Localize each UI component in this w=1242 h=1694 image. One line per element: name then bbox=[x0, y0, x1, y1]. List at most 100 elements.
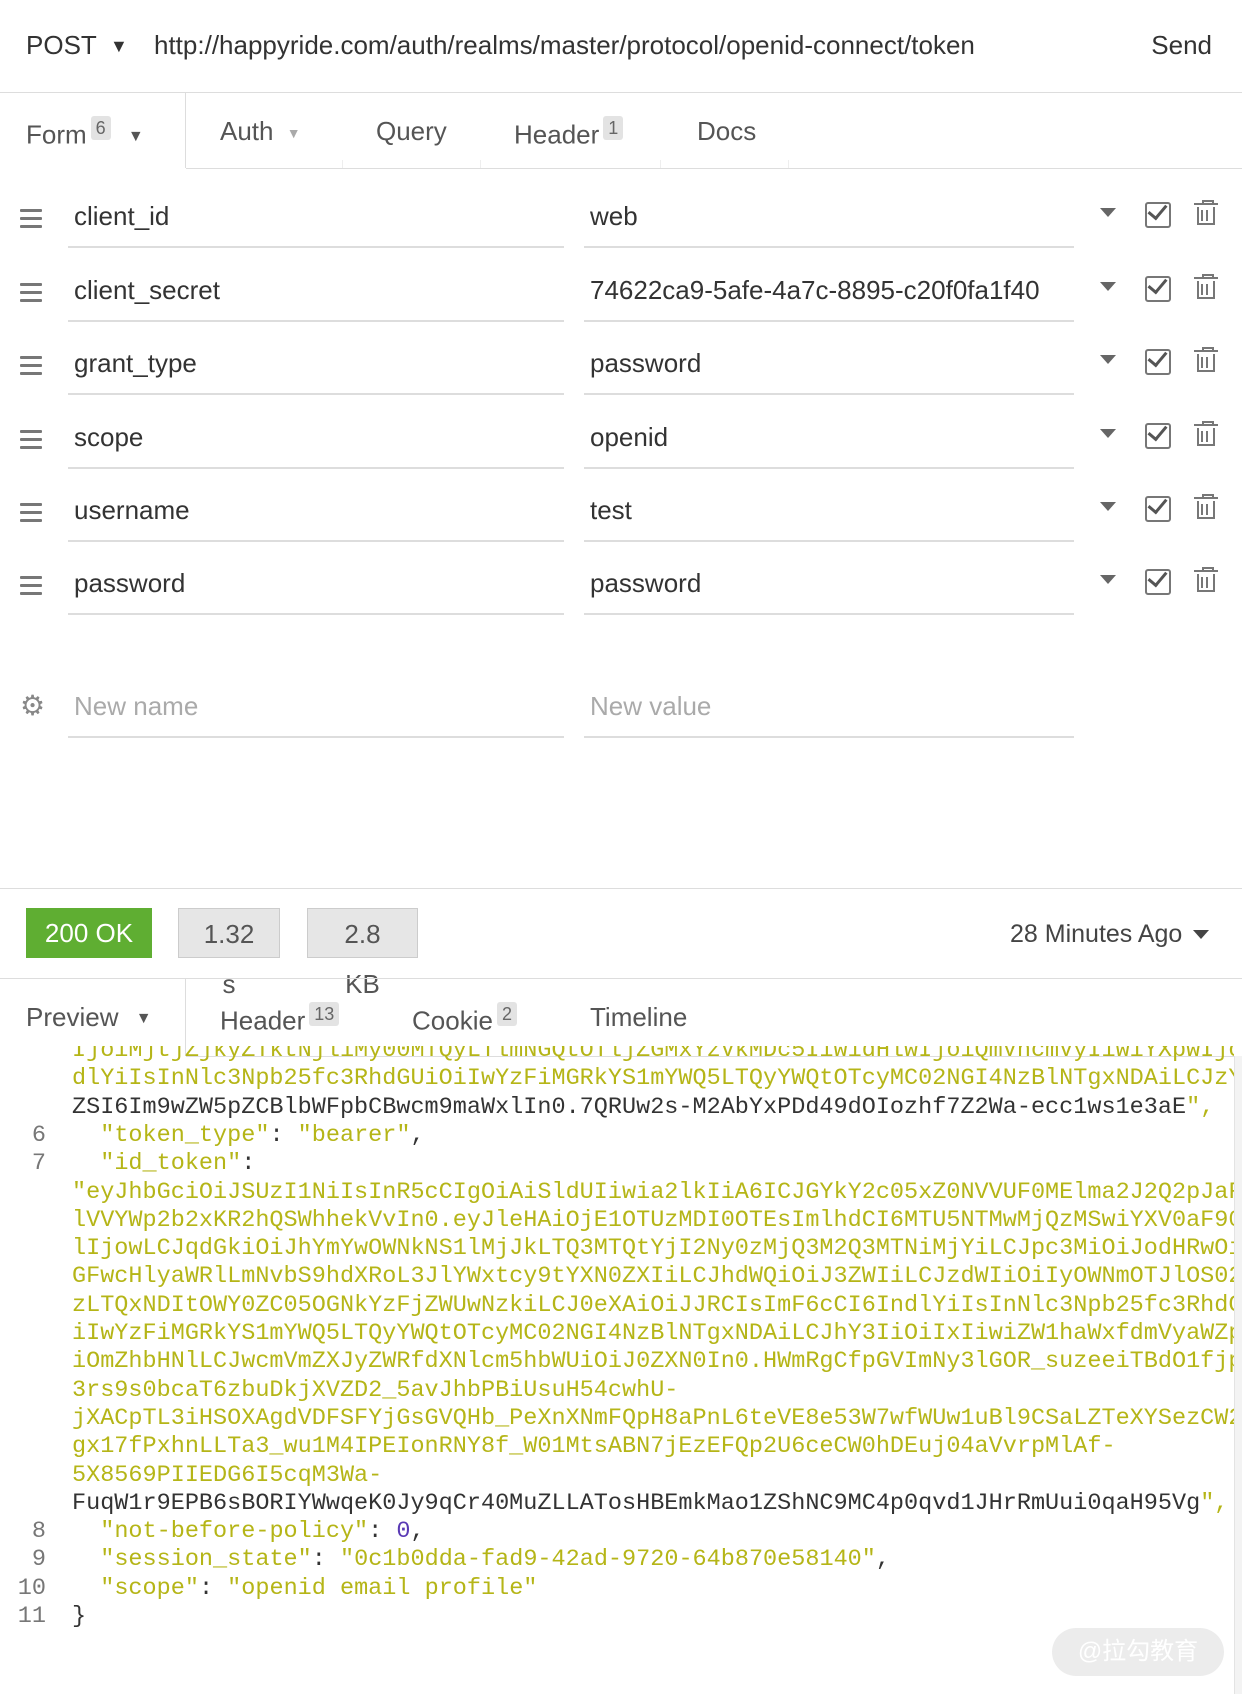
code-line: dlYiIsInNlc3Npb25fc3RhdGUiOiIwYzFiMGRkYS… bbox=[72, 1065, 1234, 1093]
chevron-down-icon[interactable] bbox=[1100, 355, 1116, 364]
count-badge: 2 bbox=[496, 1002, 517, 1026]
tab-header[interactable]: Header 1 bbox=[514, 116, 624, 151]
drag-handle-icon[interactable] bbox=[20, 503, 42, 527]
code-line: 5X8569PIIEDG6I5cqM3Wa- bbox=[72, 1461, 383, 1489]
tab-query[interactable]: Query bbox=[376, 116, 447, 147]
tab-label: Cookie bbox=[412, 1005, 493, 1036]
chevron-down-icon[interactable] bbox=[1100, 208, 1116, 217]
code-line: } bbox=[72, 1603, 87, 1630]
tab-form[interactable]: Form 6 ▼ bbox=[26, 116, 144, 151]
code-line: "id_token": bbox=[100, 1150, 256, 1178]
code-line: "scope": "openid email profile" bbox=[100, 1574, 538, 1602]
param-value-input[interactable]: web bbox=[584, 184, 1074, 248]
code-line: zLTQxNDItOWY0ZC05OGNkYzFjZWUwNzkiLCJ0eXA… bbox=[72, 1291, 1234, 1319]
drag-handle-icon[interactable] bbox=[20, 283, 42, 307]
tab-cookie[interactable]: Cookie 2 bbox=[412, 1002, 517, 1037]
new-name-input[interactable]: New name bbox=[68, 674, 564, 738]
code-line: "not-before-policy": 0, bbox=[100, 1518, 425, 1546]
tab-auth[interactable]: Auth ▼ bbox=[220, 116, 301, 147]
chevron-down-icon[interactable]: ▼ bbox=[136, 1010, 152, 1027]
scrollbar[interactable] bbox=[1234, 1056, 1242, 1694]
code-line: iIwYzFiMGRkYS1mYWQ5LTQyYWQtOTcyMC02NGI4N… bbox=[72, 1320, 1234, 1347]
code-line: lIjowLCJqdGkiOiJhYmYwOWNkNS1lMjJkLTQ3MTQ… bbox=[72, 1235, 1234, 1263]
line-number: 7 bbox=[31, 1150, 46, 1178]
trash-icon[interactable] bbox=[1194, 421, 1218, 448]
new-param-row: ⚙ New name New value bbox=[0, 674, 1242, 752]
chevron-down-icon[interactable] bbox=[1100, 502, 1116, 511]
chevron-down-icon[interactable]: ▼ bbox=[287, 125, 301, 141]
new-value-input[interactable]: New value bbox=[584, 674, 1074, 738]
param-row: password password bbox=[0, 551, 1242, 629]
trash-icon[interactable] bbox=[1194, 200, 1218, 227]
checkbox-icon[interactable] bbox=[1145, 202, 1171, 228]
param-value-input[interactable]: openid bbox=[584, 405, 1074, 469]
line-number: 8 bbox=[31, 1518, 46, 1546]
response-time-badge: 1.32 s bbox=[178, 908, 280, 999]
drag-handle-icon[interactable] bbox=[20, 209, 42, 233]
chevron-down-icon[interactable]: ▼ bbox=[128, 128, 144, 145]
param-value-input[interactable]: password bbox=[584, 551, 1074, 615]
param-row: client_secret 74622ca9-5afe-4a7c-8895-c20… bbox=[0, 258, 1242, 336]
trash-icon[interactable] bbox=[1194, 347, 1218, 374]
trash-icon[interactable] bbox=[1194, 567, 1218, 594]
param-row: username test bbox=[0, 478, 1242, 556]
chevron-down-icon[interactable] bbox=[1193, 930, 1209, 939]
tab-preview[interactable]: Preview ▼ bbox=[26, 1002, 152, 1033]
chevron-down-icon[interactable] bbox=[1100, 282, 1116, 291]
tab-docs[interactable]: Docs bbox=[697, 116, 756, 147]
code-line: GFwcHlyaWRlLmNvbS9hdXRoL3JlYWxtcy9tYXN0Z… bbox=[72, 1263, 1234, 1291]
param-name-input[interactable]: scope bbox=[68, 405, 564, 469]
trash-icon[interactable] bbox=[1194, 494, 1218, 521]
param-name-input[interactable]: username bbox=[68, 478, 564, 542]
chevron-down-icon[interactable] bbox=[1100, 429, 1116, 438]
checkbox-icon[interactable] bbox=[1145, 569, 1171, 595]
drag-handle-icon[interactable] bbox=[20, 576, 42, 600]
param-row: scope openid bbox=[0, 405, 1242, 483]
param-name-input[interactable]: client_id bbox=[68, 184, 564, 248]
checkbox-icon[interactable] bbox=[1145, 349, 1171, 375]
param-value-input[interactable]: test bbox=[584, 478, 1074, 542]
line-number: 9 bbox=[31, 1546, 46, 1574]
param-value-input[interactable]: 74622ca9-5afe-4a7c-8895-c20f0fa1f40 bbox=[584, 258, 1074, 322]
gear-icon[interactable]: ⚙ bbox=[20, 692, 45, 720]
code-line: iOmZhbHNlLCJwcmVmZXJyZWRfdXNlcm5hbWUiOiJ… bbox=[72, 1348, 1234, 1376]
code-line: FuqW1r9EPB6sBORIYWwqeK0Jy9qCr40MuZLLATos… bbox=[72, 1489, 1229, 1517]
code-line: "token_type": "bearer", bbox=[100, 1121, 425, 1149]
tab-label: Header bbox=[514, 119, 600, 150]
history-dropdown[interactable]: 28 Minutes Ago bbox=[1010, 920, 1182, 949]
code-line: "eyJhbGciOiJSUzI1NiIsInR5cCIgOiAiSldUIiw… bbox=[72, 1178, 1234, 1206]
code-line: 3rs9s0bcaT6zbuDkjXVZD2_5avJhbPBiUsuH54cw… bbox=[72, 1376, 679, 1404]
drag-handle-icon[interactable] bbox=[20, 356, 42, 380]
count-badge: 6 bbox=[90, 116, 111, 140]
method-selector[interactable]: POST bbox=[26, 30, 97, 61]
code-line: jXACpTL3iHSOXAgdVDFSFYjGsGVQHb_PeXnXNmFQ… bbox=[72, 1404, 1234, 1432]
tab-divider bbox=[185, 978, 186, 1056]
param-row: grant_type password bbox=[0, 331, 1242, 409]
param-name-input[interactable]: client_secret bbox=[68, 258, 564, 322]
param-value-input[interactable]: password bbox=[584, 331, 1074, 395]
tab-timeline[interactable]: Timeline bbox=[590, 1002, 687, 1033]
send-button[interactable]: Send bbox=[1151, 30, 1212, 61]
line-number: 6 bbox=[31, 1121, 46, 1149]
param-name-input[interactable]: grant_type bbox=[68, 331, 564, 395]
tab-label: Preview bbox=[26, 1002, 119, 1032]
checkbox-icon[interactable] bbox=[1145, 423, 1171, 449]
url-input[interactable]: http://happyride.com/auth/realms/master/… bbox=[154, 30, 975, 61]
tab-response-header[interactable]: Header 13 bbox=[220, 1002, 340, 1037]
tab-label: Form bbox=[26, 119, 87, 150]
checkbox-icon[interactable] bbox=[1145, 276, 1171, 302]
code-line: lVVYWp2b2xKR2hQSWhhekVvIn0.eyJleHAiOjE1O… bbox=[72, 1206, 1234, 1234]
chevron-down-icon[interactable]: ▼ bbox=[110, 36, 128, 57]
tab-underline bbox=[186, 168, 1242, 169]
line-number: 10 bbox=[17, 1574, 46, 1602]
checkbox-icon[interactable] bbox=[1145, 496, 1171, 522]
param-name-input[interactable]: password bbox=[68, 551, 564, 615]
param-row: client_id web bbox=[0, 184, 1242, 262]
tab-label: Header bbox=[220, 1005, 306, 1036]
drag-handle-icon[interactable] bbox=[20, 430, 42, 454]
response-body[interactable]: IjoiMjtjZjkyZTktNjliMy00MTQyLTlmNGQtOTlj… bbox=[0, 1046, 1234, 1694]
chevron-down-icon[interactable] bbox=[1100, 575, 1116, 584]
trash-icon[interactable] bbox=[1194, 274, 1218, 301]
tab-divider bbox=[185, 92, 186, 168]
watermark: @拉勾教育 bbox=[1052, 1628, 1224, 1676]
